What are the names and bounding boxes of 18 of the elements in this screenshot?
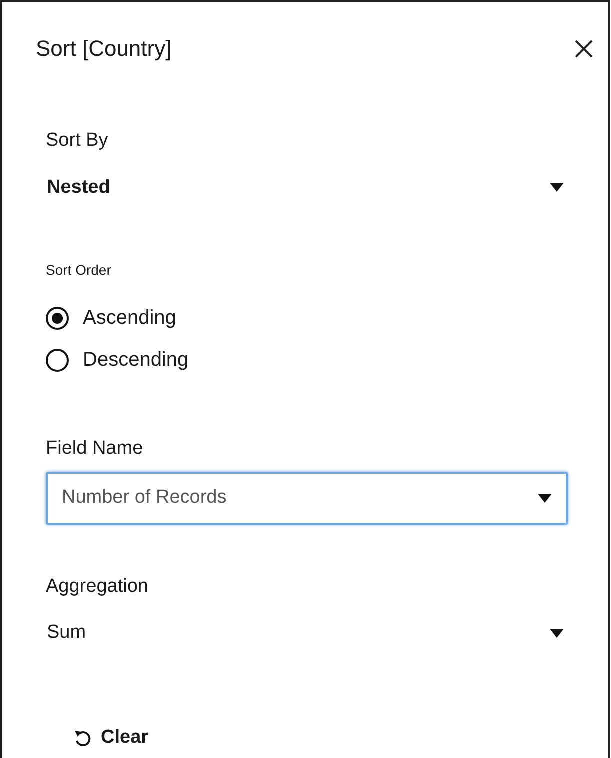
radio-button[interactable]: [46, 306, 69, 330]
undo-icon: [74, 728, 91, 747]
radio-option[interactable]: Ascending: [46, 303, 568, 333]
radio-button[interactable]: [46, 348, 69, 372]
caret-icon: [538, 494, 552, 502]
sort-by-dropdown[interactable]: Nested: [46, 174, 568, 202]
field-label: Field Name: [46, 437, 144, 461]
caret-icon: [550, 183, 564, 192]
close-icon[interactable]: [574, 38, 594, 58]
field-label: Sort Order: [46, 261, 112, 280]
field-label: Aggregation: [46, 574, 150, 598]
caret-icon: [550, 628, 564, 638]
clear-button[interactable]: Clear: [74, 724, 149, 752]
field-name-dropdown[interactable]: Number of Records: [46, 472, 568, 524]
radio-option[interactable]: Descending: [46, 345, 568, 375]
dialog-title: Sort [Country]: [36, 35, 172, 63]
aggregation-dropdown[interactable]: Sum: [46, 619, 568, 648]
field-label: Sort By: [46, 129, 110, 153]
